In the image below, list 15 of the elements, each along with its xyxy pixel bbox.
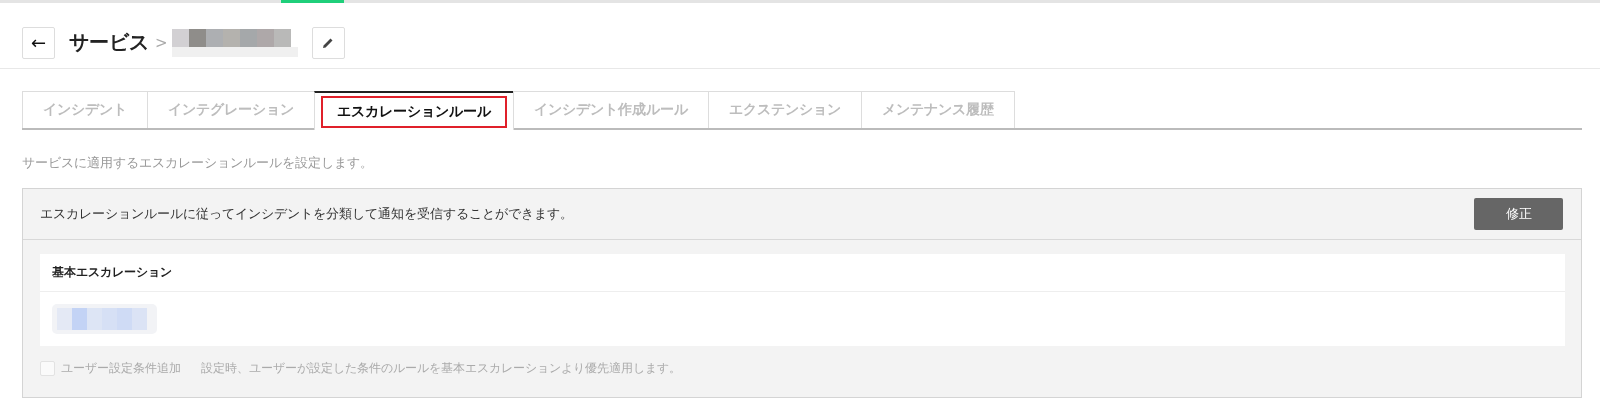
checkbox-label: ユーザー設定条件追加: [61, 360, 181, 377]
redacted-name-icon: [171, 28, 298, 57]
tab[interactable]: エスカレーションルール: [314, 91, 514, 130]
back-button[interactable]: ←: [22, 26, 55, 59]
option-hint: 設定時、ユーザーが設定した条件のルールを基本エスカレーションより優先適用します。: [201, 360, 681, 377]
page-title: サービス: [69, 29, 149, 56]
tab[interactable]: インシデント: [22, 91, 148, 128]
card-title: 基本エスカレーション: [40, 254, 1565, 292]
breadcrumb-separator: >: [155, 33, 168, 52]
tab[interactable]: メンテナンス履歴: [861, 91, 1015, 128]
panel-message: エスカレーションルールに従ってインシデントを分類して通知を受信することができます。: [40, 205, 573, 223]
redacted-chip-icon: [52, 304, 157, 334]
description-text: サービスに適用するエスカレーションルールを設定します。: [22, 154, 374, 172]
edit-button[interactable]: [311, 26, 345, 59]
edit-button[interactable]: 修正: [1474, 198, 1563, 230]
